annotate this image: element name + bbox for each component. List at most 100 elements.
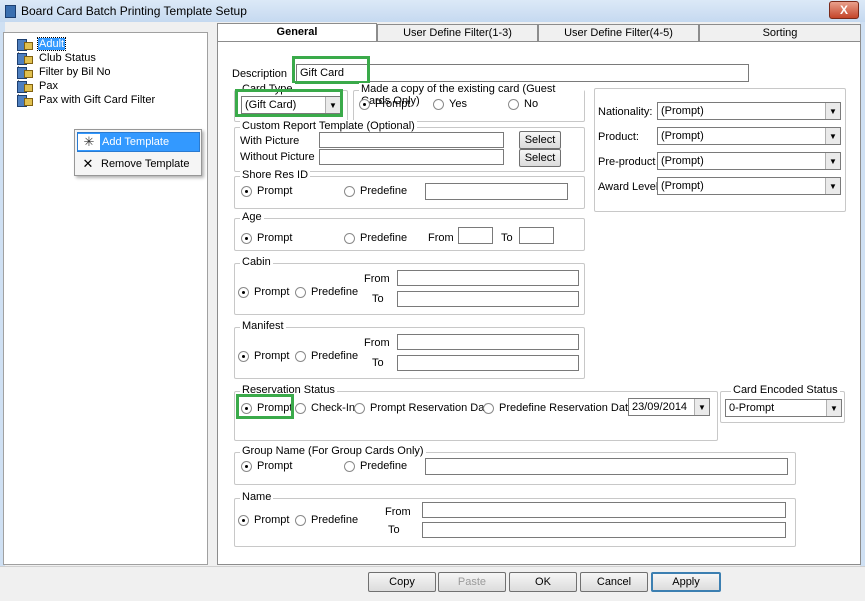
- shore-res-id-prompt-radio[interactable]: Prompt: [241, 185, 292, 197]
- name-predefine-radio[interactable]: Predefine: [295, 514, 358, 526]
- ok-button[interactable]: OK: [509, 572, 577, 592]
- radio-dot: [433, 98, 444, 110]
- age-predefine-radio[interactable]: Predefine: [344, 232, 407, 244]
- menu-item-remove-template[interactable]: ✕ Remove Template: [77, 154, 200, 174]
- manifest-predefine-radio[interactable]: Predefine: [295, 350, 358, 362]
- radio-label: Predefine Reservation Date: [499, 402, 635, 414]
- select-without-picture-button[interactable]: Select: [519, 149, 561, 167]
- with-picture-input[interactable]: [319, 132, 504, 148]
- tree-item-filter-by-bil-no[interactable]: Filter by Bil No: [14, 65, 112, 79]
- shore-res-id-input[interactable]: [425, 183, 568, 200]
- manifest-to-input[interactable]: [397, 355, 579, 371]
- reservation-status-prompt-date-radio[interactable]: Prompt Reservation Date: [354, 402, 494, 414]
- reservation-date-value: 23/09/2014: [632, 401, 688, 413]
- tree-item-pax[interactable]: Pax: [14, 79, 59, 93]
- cabin-to-input[interactable]: [397, 291, 579, 307]
- name-prompt-radio[interactable]: Prompt: [238, 514, 289, 526]
- age-prompt-radio[interactable]: Prompt: [241, 232, 292, 244]
- group-name-input[interactable]: [425, 458, 788, 475]
- age-label: Age: [240, 211, 264, 223]
- menu-item-label: Add Template: [102, 136, 170, 148]
- radio-dot: [295, 402, 306, 414]
- paste-button[interactable]: Paste: [438, 572, 506, 592]
- menu-item-add-template[interactable]: ✳ Add Template: [77, 132, 200, 152]
- card-encoded-status-label: Card Encoded Status: [731, 384, 840, 396]
- manifest-prompt-radio[interactable]: Prompt: [238, 350, 289, 362]
- chevron-down-icon: ▼: [825, 178, 840, 194]
- without-picture-input[interactable]: [319, 149, 504, 165]
- reservation-status-predefine-date-radio[interactable]: Predefine Reservation Date: [483, 402, 634, 414]
- card-encoded-status-select[interactable]: 0-Prompt ▼: [725, 399, 842, 417]
- description-label: Description: [232, 68, 288, 80]
- pre-product-select[interactable]: (Prompt) ▼: [657, 152, 841, 170]
- tab-user-define-filter-1-3[interactable]: User Define Filter(1-3): [377, 24, 538, 42]
- cabin-prompt-radio[interactable]: Prompt: [238, 286, 289, 298]
- group-name-predefine-radio[interactable]: Predefine: [344, 460, 407, 472]
- tab-sorting[interactable]: Sorting: [699, 24, 861, 42]
- radio-label: Predefine: [311, 286, 359, 298]
- radio-dot: [359, 98, 370, 110]
- title-bar: Board Card Batch Printing Template Setup…: [0, 0, 865, 22]
- radio-dot: [238, 350, 249, 362]
- shore-res-id-predefine-radio[interactable]: Predefine: [344, 185, 407, 197]
- age-from-input[interactable]: [458, 227, 493, 244]
- radio-label: Yes: [449, 98, 467, 110]
- menu-item-label: Remove Template: [101, 158, 190, 170]
- highlight-card-type: [235, 89, 343, 117]
- chevron-down-icon: ▼: [826, 400, 841, 416]
- group-name-prompt-radio[interactable]: Prompt: [241, 460, 292, 472]
- apply-button[interactable]: Apply: [651, 572, 721, 592]
- product-label: Product:: [598, 131, 639, 143]
- tab-general[interactable]: General: [217, 23, 377, 43]
- radio-dot: [238, 514, 249, 526]
- award-level-select[interactable]: (Prompt) ▼: [657, 177, 841, 195]
- template-tree[interactable]: Adult Club Status Filter by Bil No Pax P…: [3, 32, 208, 565]
- chevron-down-icon: ▼: [825, 153, 840, 169]
- age-to-label: To: [501, 232, 513, 244]
- radio-label: Prompt: [375, 98, 411, 110]
- cabin-from-input[interactable]: [397, 270, 579, 286]
- radio-dot: [241, 232, 252, 244]
- radio-label: Prompt: [254, 514, 290, 526]
- nationality-select[interactable]: (Prompt) ▼: [657, 102, 841, 120]
- radio-dot: [295, 286, 306, 298]
- copy-button[interactable]: Copy: [368, 572, 436, 592]
- copy-card-yes-radio[interactable]: Yes: [433, 98, 467, 110]
- tree-item-pax-with-gift-card-filter[interactable]: Pax with Gift Card Filter: [14, 93, 156, 107]
- age-from-label: From: [428, 232, 454, 244]
- tree-item-club-status[interactable]: Club Status: [14, 51, 97, 65]
- close-button[interactable]: X: [829, 1, 859, 19]
- tree-item-adult[interactable]: Adult: [14, 37, 67, 51]
- cabin-to-label: To: [372, 293, 384, 305]
- radio-label: Prompt: [254, 286, 290, 298]
- select-with-picture-button[interactable]: Select: [519, 131, 561, 149]
- reservation-status-check-in-radio[interactable]: Check-In: [295, 402, 355, 414]
- manifest-from-input[interactable]: [397, 334, 579, 350]
- radio-label: Check-In: [311, 402, 356, 414]
- radio-label: Predefine: [311, 514, 359, 526]
- radio-dot: [508, 98, 519, 110]
- card-encoded-status-value: 0-Prompt: [729, 402, 775, 414]
- copy-card-no-radio[interactable]: No: [508, 98, 538, 110]
- cancel-button[interactable]: Cancel: [580, 572, 648, 592]
- radio-dot: [354, 402, 365, 414]
- product-select[interactable]: (Prompt) ▼: [657, 127, 841, 145]
- without-picture-label: Without Picture: [240, 151, 315, 163]
- chevron-down-icon: ▼: [825, 128, 840, 144]
- product-value: (Prompt): [661, 130, 704, 142]
- name-from-input[interactable]: [422, 502, 786, 518]
- cabin-predefine-radio[interactable]: Predefine: [295, 286, 358, 298]
- chevron-down-icon: ▼: [825, 103, 840, 119]
- reservation-date-picker[interactable]: 23/09/2014 ▼: [628, 398, 710, 416]
- radio-dot: [241, 185, 252, 197]
- radio-label: Prompt: [257, 460, 293, 472]
- tab-user-define-filter-4-5[interactable]: User Define Filter(4-5): [538, 24, 699, 42]
- template-icon: [14, 66, 34, 79]
- copy-card-prompt-radio[interactable]: Prompt: [359, 98, 410, 110]
- nationality-value: (Prompt): [661, 105, 704, 117]
- age-to-input[interactable]: [519, 227, 554, 244]
- name-to-input[interactable]: [422, 522, 786, 538]
- radio-dot: [295, 514, 306, 526]
- name-to-label: To: [388, 524, 400, 536]
- tab-bar: General User Define Filter(1-3) User Def…: [217, 23, 861, 43]
